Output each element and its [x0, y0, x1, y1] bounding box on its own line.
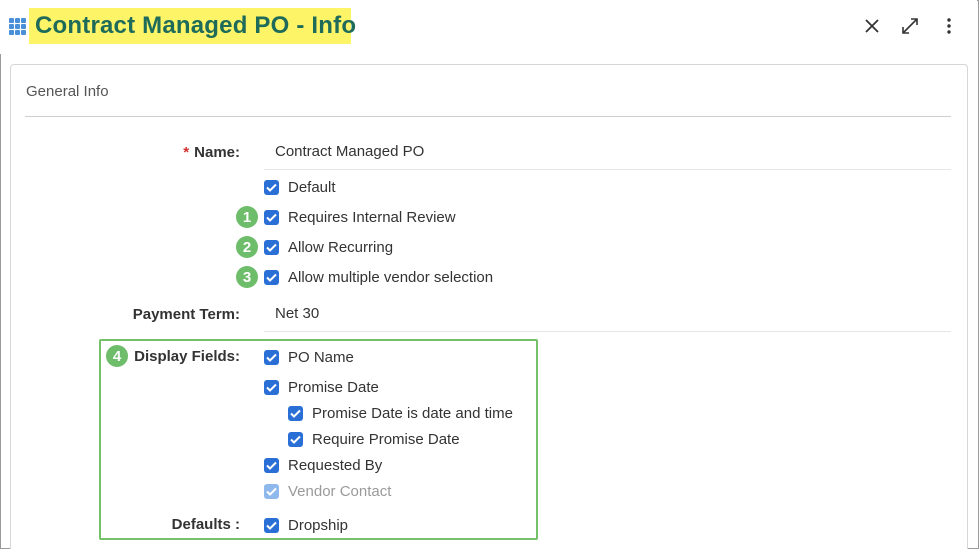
display-field-require-promise-date[interactable]: Require Promise Date [288, 430, 460, 448]
payment-term-value[interactable]: Net 30 [275, 305, 319, 322]
section-divider [25, 116, 951, 117]
checkbox-checked-icon[interactable] [264, 179, 279, 195]
callout-badge-2: 2 [236, 236, 258, 258]
display-fields-label: Display Fields: [134, 348, 240, 365]
option-label: Requires Internal Review [288, 208, 456, 226]
callout-badge-1: 1 [236, 206, 258, 228]
display-field-po-name[interactable]: PO Name [264, 348, 354, 366]
name-label-text: Name: [194, 144, 240, 161]
checkbox-disabled-icon [264, 483, 279, 499]
display-field-vendor-contact: Vendor Contact [264, 482, 391, 500]
more-options-button[interactable] [937, 14, 961, 38]
required-marker: * [183, 144, 190, 161]
grid-icon [9, 18, 27, 36]
checkbox-checked-icon[interactable] [264, 379, 279, 395]
option-label: Vendor Contact [288, 482, 392, 500]
allow-recurring-option[interactable]: Allow Recurring [264, 238, 393, 256]
checkbox-checked-icon[interactable] [288, 431, 303, 447]
allow-multiple-vendor-option[interactable]: Allow multiple vendor selection [264, 268, 493, 286]
checkbox-checked-icon[interactable] [264, 457, 279, 473]
callout-badge-4: 4 [106, 345, 128, 367]
display-field-promise-date-time[interactable]: Promise Date is date and time [288, 404, 513, 422]
display-field-promise-date[interactable]: Promise Date [264, 378, 379, 396]
expand-icon [902, 18, 918, 34]
option-label: Promise Date [288, 378, 379, 396]
option-label: Allow multiple vendor selection [288, 268, 494, 286]
more-vertical-icon [947, 18, 951, 34]
close-icon [865, 19, 879, 33]
page-title: Contract Managed PO - Info [35, 12, 357, 39]
option-label: PO Name [288, 348, 354, 366]
expand-button[interactable] [898, 14, 922, 38]
close-button[interactable] [860, 14, 884, 38]
option-label: Requested By [288, 456, 383, 474]
option-label: Require Promise Date [312, 430, 460, 448]
checkbox-checked-icon[interactable] [264, 239, 279, 255]
option-label: Allow Recurring [288, 238, 394, 256]
checkbox-checked-icon[interactable] [288, 405, 303, 421]
payment-term-underline [264, 331, 951, 332]
option-label: Promise Date is date and time [312, 404, 513, 422]
checkbox-checked-icon[interactable] [264, 209, 279, 225]
name-field-underline [264, 169, 951, 170]
checkbox-checked-icon[interactable] [264, 517, 279, 533]
default-dropship-option[interactable]: Dropship [264, 516, 348, 534]
checkbox-checked-icon[interactable] [264, 269, 279, 285]
callout-badge-3: 3 [236, 266, 258, 288]
checkbox-checked-icon[interactable] [264, 349, 279, 365]
section-title: General Info [26, 83, 109, 100]
name-label: * Name: [183, 144, 240, 161]
default-option[interactable]: Default [264, 178, 336, 196]
payment-term-label: Payment Term: [132, 306, 240, 323]
option-label: Default [288, 178, 336, 196]
name-value[interactable]: Contract Managed PO [275, 143, 424, 160]
defaults-label: Defaults : [171, 516, 240, 533]
requires-internal-review-option[interactable]: Requires Internal Review [264, 208, 456, 226]
dialog-header: Contract Managed PO - Info [0, 0, 977, 54]
option-label: Dropship [288, 516, 349, 534]
display-field-requested-by[interactable]: Requested By [264, 456, 382, 474]
